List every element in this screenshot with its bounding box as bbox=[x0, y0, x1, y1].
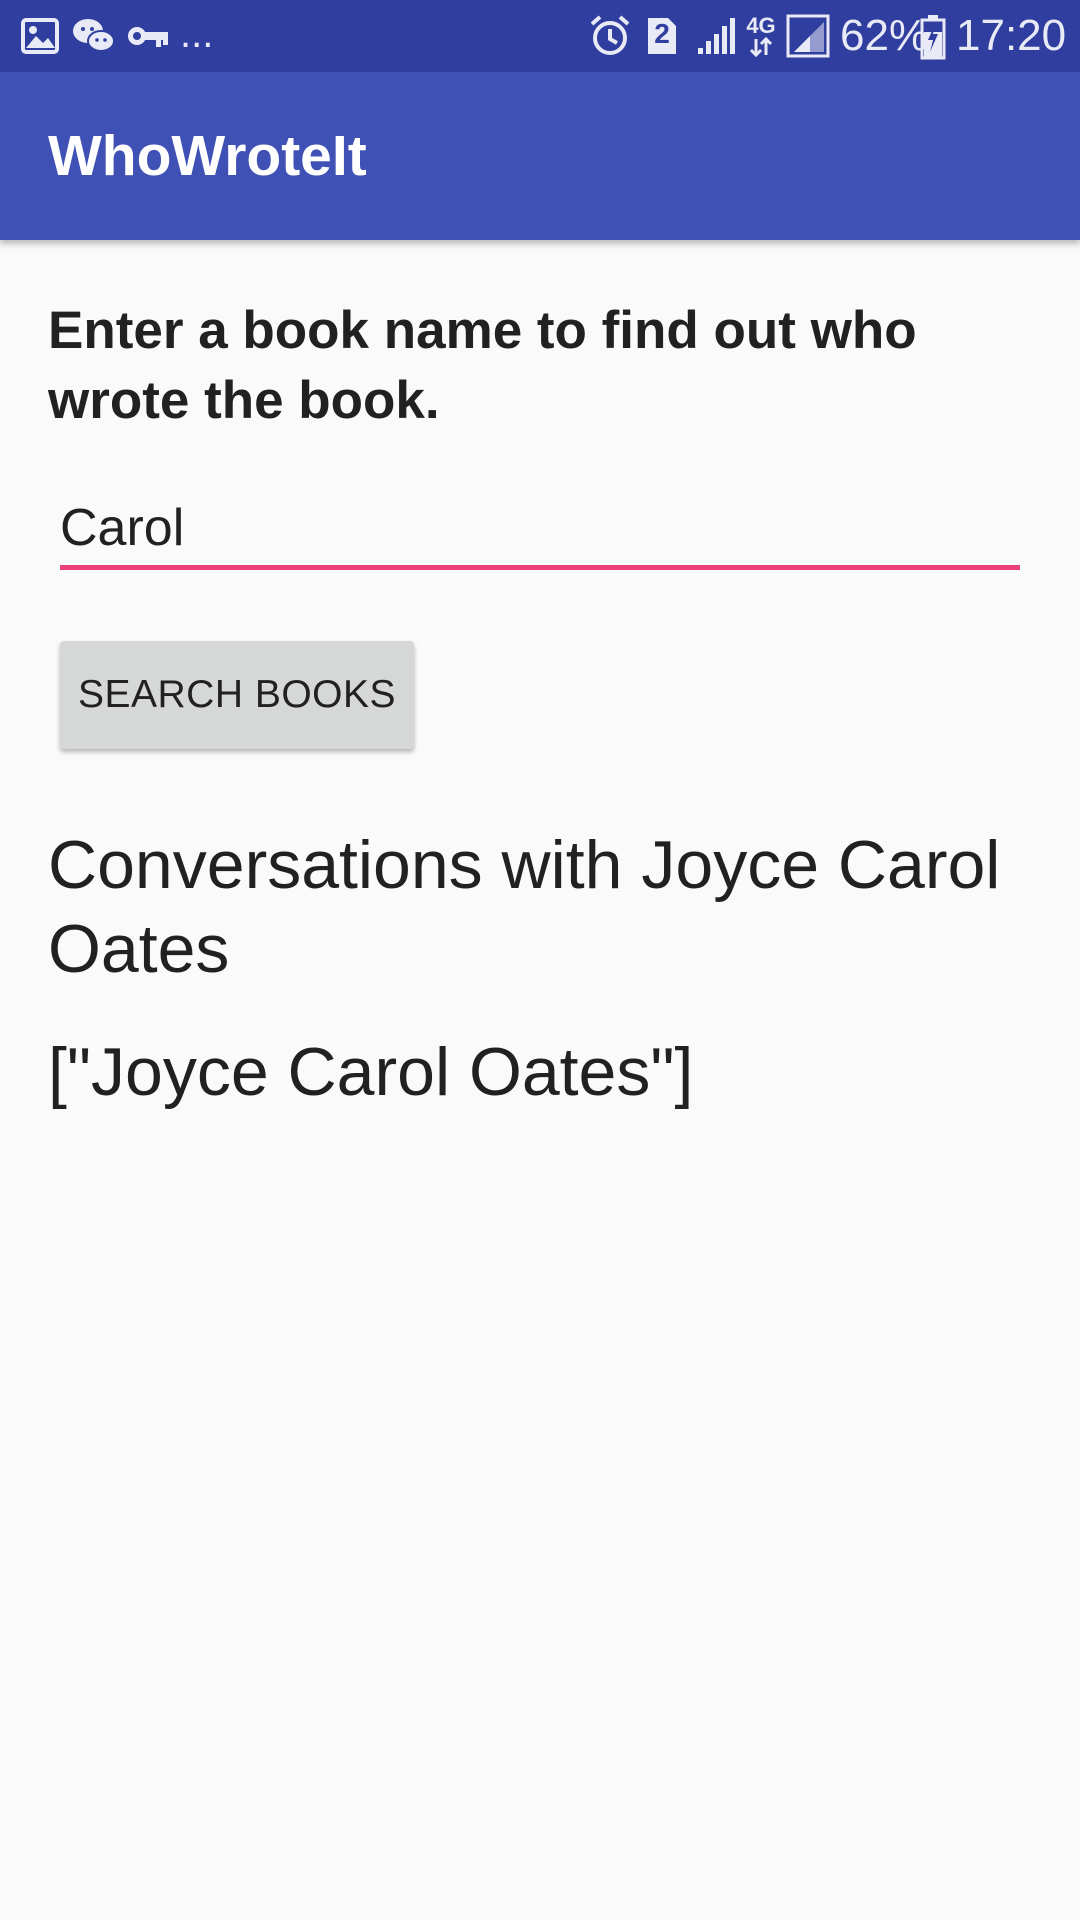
app-bar: WhoWroteIt bbox=[0, 72, 1080, 240]
clock: 17:20 bbox=[956, 11, 1067, 60]
search-books-button[interactable]: SEARCH BOOKS bbox=[60, 641, 414, 749]
battery-percent: 62% bbox=[840, 11, 929, 60]
network-label: 4G bbox=[746, 13, 776, 38]
signal-icon bbox=[696, 16, 736, 56]
result-book-title: Conversations with Joyce Carol Oates bbox=[48, 827, 1001, 987]
app-title: WhoWroteIt bbox=[48, 124, 367, 188]
instruction-text: Enter a book name to find out who wrote … bbox=[48, 301, 917, 430]
alarm-icon bbox=[588, 14, 632, 58]
book-search-input[interactable] bbox=[60, 490, 1020, 570]
image-icon bbox=[20, 16, 60, 56]
network-4g-icon: 4G bbox=[746, 14, 776, 58]
main-content: Enter a book name to find out who wrote … bbox=[0, 240, 1080, 1920]
battery-charging-icon bbox=[920, 14, 946, 60]
key-icon bbox=[126, 18, 170, 54]
sim-2-icon: 2 bbox=[644, 16, 680, 56]
signal-icon bbox=[786, 14, 830, 58]
wechat-icon bbox=[72, 16, 116, 56]
overflow-indicator: ... bbox=[180, 12, 214, 56]
status-bar: ... 2 4G 62% 17:20 bbox=[0, 0, 1080, 72]
result-authors: ["Joyce Carol Oates"] bbox=[48, 1034, 694, 1110]
sim-label: 2 bbox=[654, 18, 670, 49]
